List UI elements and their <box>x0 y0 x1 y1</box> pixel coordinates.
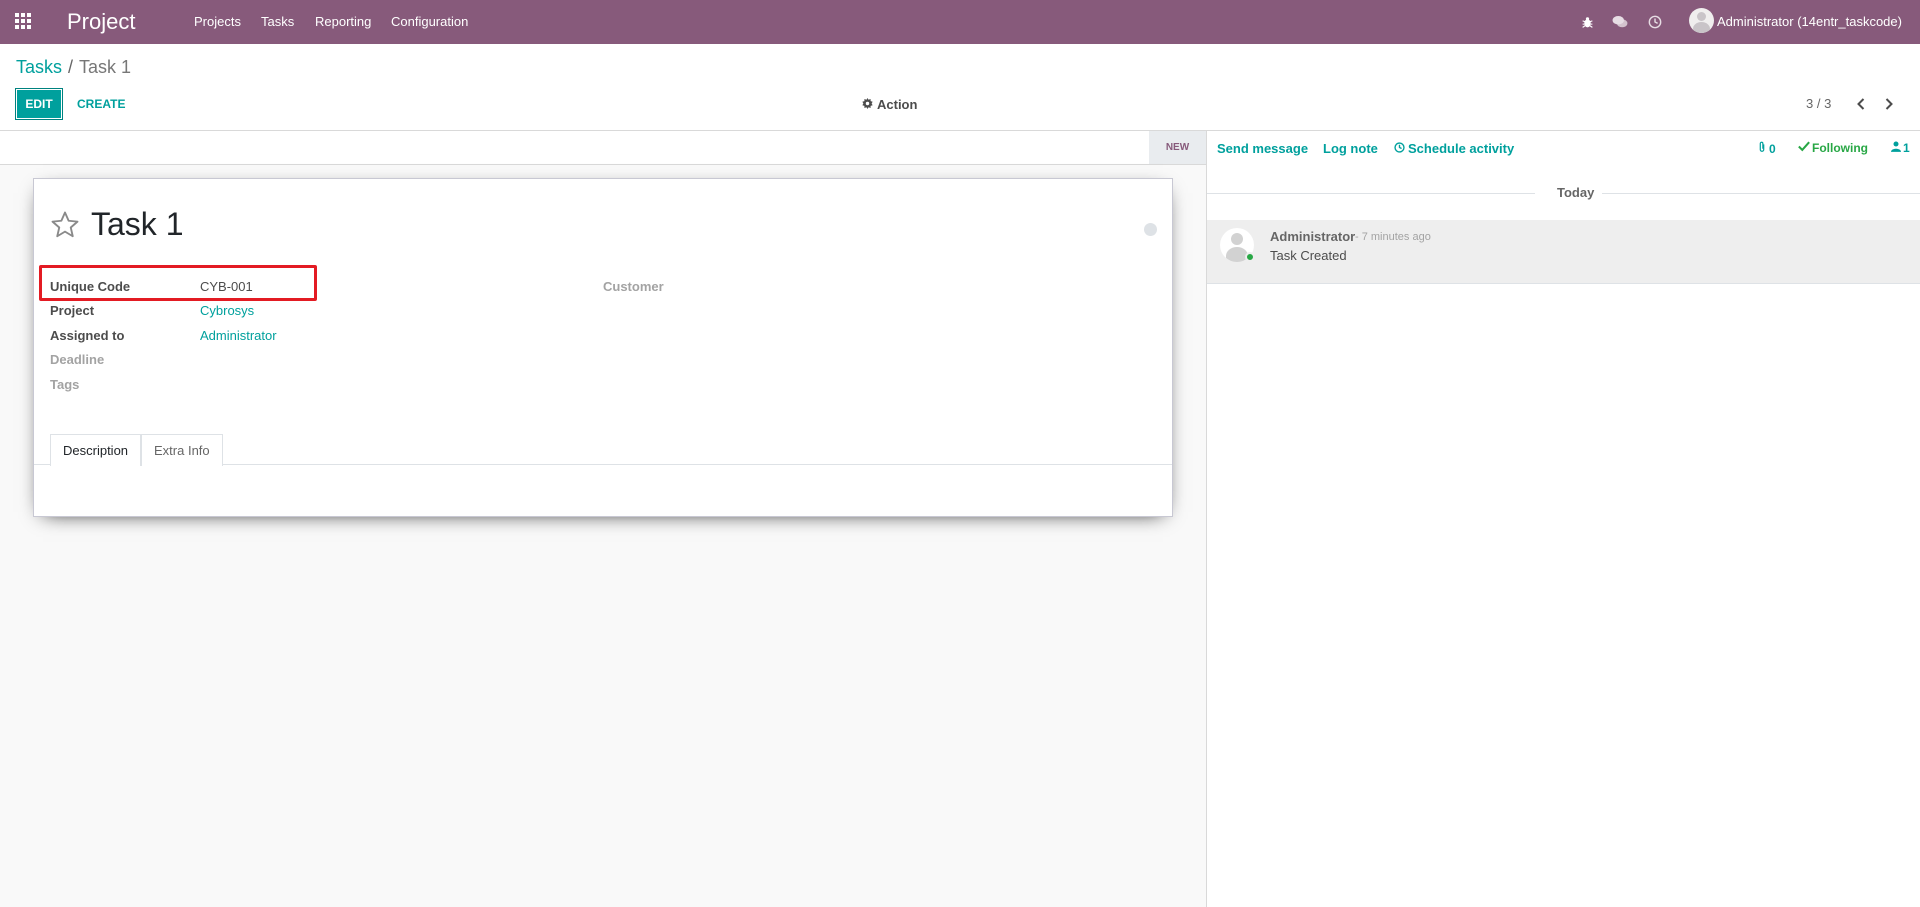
breadcrumb-separator: / <box>68 57 74 77</box>
notebook-tabs: Description Extra Info <box>34 431 1172 466</box>
project-value[interactable]: Cybrosys <box>200 303 254 318</box>
project-label: Project <box>50 303 95 318</box>
schedule-activity-label: Schedule activity <box>1408 141 1515 156</box>
user-menu[interactable]: Administrator (14entr_taskcode) <box>1717 14 1902 29</box>
task-title: Task 1 <box>91 206 184 242</box>
message-body: Task Created <box>1270 248 1347 263</box>
assigned-to-label: Assigned to <box>50 328 125 343</box>
today-separator: Today <box>1549 185 1603 200</box>
menu-item-configuration[interactable]: Configuration <box>391 14 468 29</box>
message-item: Administrator - 7 minutes ago Task Creat… <box>1207 220 1920 284</box>
action-menu-button[interactable]: Action <box>862 97 917 112</box>
attachments-button[interactable]: 0 <box>1757 141 1776 156</box>
menu-item-reporting[interactable]: Reporting <box>315 14 371 29</box>
chat-icon[interactable] <box>1610 12 1630 32</box>
attachments-count: 0 <box>1769 141 1776 156</box>
pager-next-icon[interactable] <box>1881 96 1897 112</box>
form-view: NEW Task 1 Unique Code CYB-001 Project C… <box>0 130 1206 907</box>
tab-extra-info[interactable]: Extra Info <box>141 434 223 466</box>
pager-value[interactable]: 3 / 3 <box>1806 96 1831 111</box>
assigned-to-value[interactable]: Administrator <box>200 328 277 343</box>
today-divider-right <box>1593 193 1920 194</box>
deadline-label: Deadline <box>50 352 105 367</box>
user-avatar[interactable] <box>1689 8 1714 33</box>
user-icon <box>1891 141 1901 155</box>
message-time: - 7 minutes ago <box>1355 231 1431 243</box>
menu-item-projects[interactable]: Projects <box>194 14 241 29</box>
create-button[interactable]: CREATE <box>77 97 125 111</box>
tags-label: Tags <box>50 377 80 392</box>
breadcrumb-tasks[interactable]: Tasks <box>16 57 62 77</box>
chatter-panel: Send message Log note Schedule activity … <box>1206 130 1920 907</box>
edit-button[interactable]: EDIT <box>15 88 63 120</box>
gear-icon <box>862 97 873 112</box>
online-status-icon <box>1245 252 1255 262</box>
following-button[interactable]: Following <box>1798 141 1868 155</box>
clock-icon <box>1394 141 1405 156</box>
message-author[interactable]: Administrator <box>1270 229 1355 244</box>
breadcrumb-current: Task 1 <box>79 57 132 77</box>
status-bar: NEW <box>0 131 1206 165</box>
bug-icon[interactable] <box>1577 12 1597 32</box>
app-brand[interactable]: Project <box>67 9 135 35</box>
send-message-button[interactable]: Send message <box>1217 141 1308 156</box>
apps-menu-icon[interactable] <box>15 13 33 31</box>
star-icon[interactable] <box>50 210 80 240</box>
pager-previous-icon[interactable] <box>1853 96 1869 112</box>
highlight-box <box>39 265 317 301</box>
followers-button[interactable]: 1 <box>1891 141 1910 155</box>
paperclip-icon <box>1757 141 1767 156</box>
menu-item-tasks[interactable]: Tasks <box>261 14 294 29</box>
top-navbar: Project Projects Tasks Reporting Configu… <box>0 0 1920 44</box>
followers-count: 1 <box>1903 141 1910 155</box>
check-icon <box>1798 141 1810 155</box>
stage-new[interactable]: NEW <box>1149 131 1206 164</box>
action-label: Action <box>877 97 918 112</box>
following-label: Following <box>1812 141 1868 155</box>
breadcrumb: Tasks / Task 1 <box>16 57 131 78</box>
customer-label: Customer <box>603 279 664 294</box>
schedule-activity-button[interactable]: Schedule activity <box>1394 141 1514 156</box>
log-note-button[interactable]: Log note <box>1323 141 1378 156</box>
today-divider-left <box>1207 193 1535 194</box>
form-sheet: Task 1 Unique Code CYB-001 Project Cybro… <box>33 178 1173 517</box>
kanban-state-icon[interactable] <box>1144 223 1157 236</box>
clock-icon[interactable] <box>1645 12 1665 32</box>
tab-description[interactable]: Description <box>50 434 142 466</box>
